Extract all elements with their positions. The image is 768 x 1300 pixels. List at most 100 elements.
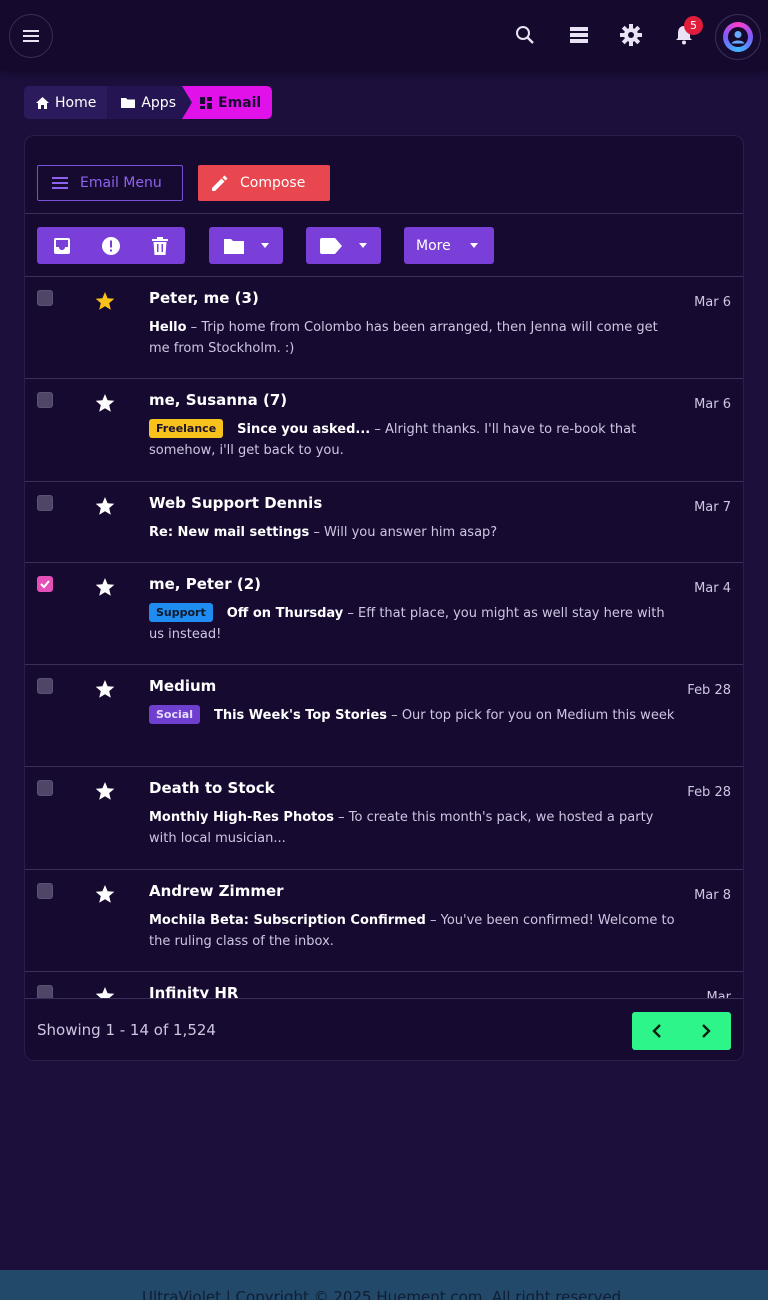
email-subject: Re: New mail settings [149,525,310,540]
star-icon[interactable] [95,291,115,311]
label-dropdown[interactable] [306,227,381,264]
email-row[interactable]: Infinity HR Mar [25,972,743,998]
inbox-icon [53,237,70,254]
email-snippet: Will you answer him asap? [324,525,498,540]
email-menu-button[interactable]: Email Menu [37,165,183,201]
email-row[interactable]: Andrew Zimmer Mochila Beta: Subscription… [25,870,743,972]
email-date: Mar 4 [694,581,731,596]
email-sender: Infinity HR [149,984,239,998]
menu-icon [23,30,39,42]
email-subject: Off on Thursday [226,606,344,621]
email-sender: me, Peter (2) [149,575,262,593]
chevron-down-icon [470,243,478,248]
star-icon[interactable] [95,393,115,413]
compose-button[interactable]: Compose [198,165,330,201]
email-row[interactable]: Medium Social This Week's Top Stories – O… [25,665,743,767]
notification-badge: 5 [684,16,703,35]
archive-button[interactable] [37,227,86,264]
email-date: Mar 6 [694,295,731,310]
email-row[interactable]: me, Peter (2) Support Off on Thursday – E… [25,563,743,665]
trash-icon [152,236,168,255]
breadcrumb-email-label: Email [218,94,262,111]
email-snippet: Trip home from Colombo has been arranged… [149,320,658,356]
email-preview: Monthly High-Res Photos – To create this… [149,810,654,846]
email-subject: This Week's Top Stories [213,708,388,723]
email-sender: me, Susanna (7) [149,391,288,409]
breadcrumb-home[interactable]: Home [24,86,107,119]
gear-icon [620,24,642,46]
star-icon[interactable] [95,986,115,998]
star-icon[interactable] [95,679,115,699]
star-icon[interactable] [95,496,115,516]
email-checkbox[interactable] [37,883,53,899]
breadcrumb-email[interactable]: Email [182,86,273,119]
user-icon [728,27,748,47]
email-list: Peter, me (3) Hello – Trip home from Col… [25,277,743,998]
folder-button [209,227,259,264]
card-header: Email Menu Compose [25,136,743,214]
email-menu-label: Email Menu [80,175,162,191]
label-button [306,227,356,264]
email-checkbox[interactable] [37,290,53,306]
email-checkbox[interactable] [37,678,53,694]
email-checkbox[interactable] [37,392,53,408]
compose-label: Compose [240,175,306,191]
menu-button[interactable] [9,14,53,58]
email-sender: Peter, me (3) [149,289,259,307]
breadcrumb-apps[interactable]: Apps [107,86,190,119]
email-checkbox[interactable] [37,576,53,592]
chevron-down-icon [261,243,269,248]
more-dropdown[interactable]: More [404,227,494,264]
more-label: More [416,237,451,254]
previous-page-button[interactable] [632,1012,682,1050]
folder-icon [121,98,136,108]
email-date: Mar 8 [694,888,731,903]
chevron-down-icon [359,243,367,248]
email-sender: Death to Stock [149,779,275,797]
star-icon[interactable] [95,577,115,597]
email-row[interactable]: Web Support Dennis Re: New mail settings… [25,482,743,563]
email-sender: Andrew Zimmer [149,882,284,900]
report-spam-button[interactable] [86,227,135,264]
copyright-text: UltraViolet | Copyright © 2025 Huement.c… [142,1288,626,1300]
move-to-folder-dropdown[interactable] [209,227,283,264]
star-icon[interactable] [95,884,115,904]
user-avatar-button[interactable] [715,14,761,60]
email-subject: Hello [149,320,187,335]
breadcrumb-home-label: Home [55,94,97,111]
pagination-summary: Showing 1 - 14 of 1,524 [37,1021,216,1039]
email-checkbox[interactable] [37,780,53,796]
breadcrumb-apps-label: Apps [141,94,176,111]
star-icon[interactable] [95,781,115,801]
email-preview: Re: New mail settings – Will you answer … [149,525,498,540]
email-toolbar: More [25,214,743,277]
email-card: Email Menu Compose More Peter, me (3) He… [24,135,744,1061]
search-icon [516,26,534,44]
email-date: Mar [706,990,731,998]
email-preview: Support Off on Thursday – Eff that place,… [149,603,679,645]
email-preview: Hello – Trip home from Colombo has been … [149,320,658,356]
menu-icon [52,177,68,189]
email-date: Feb 28 [687,683,731,698]
pagination-bar: Showing 1 - 14 of 1,524 [25,998,743,1060]
email-preview: Mochila Beta: Subscription Confirmed – Y… [149,913,675,949]
settings-button[interactable] [616,20,646,50]
action-button-group [37,227,185,264]
avatar [723,22,753,52]
next-page-button[interactable] [682,1012,732,1050]
search-button[interactable] [510,20,540,50]
email-subject: Mochila Beta: Subscription Confirmed [149,913,426,928]
email-checkbox[interactable] [37,985,53,998]
layers-button[interactable] [564,20,594,50]
pager-buttons [632,1012,731,1050]
email-checkbox[interactable] [37,495,53,511]
label-icon [320,237,342,254]
email-row[interactable]: Peter, me (3) Hello – Trip home from Col… [25,277,743,379]
delete-button[interactable] [135,227,185,264]
email-row[interactable]: me, Susanna (7) Freelance Since you asked… [25,379,743,482]
tag-badge: Freelance [149,419,224,438]
page-footer: UltraViolet | Copyright © 2025 Huement.c… [0,1270,768,1300]
email-sender: Web Support Dennis [149,494,323,512]
layers-icon [570,27,588,43]
email-row[interactable]: Death to Stock Monthly High-Res Photos –… [25,767,743,870]
